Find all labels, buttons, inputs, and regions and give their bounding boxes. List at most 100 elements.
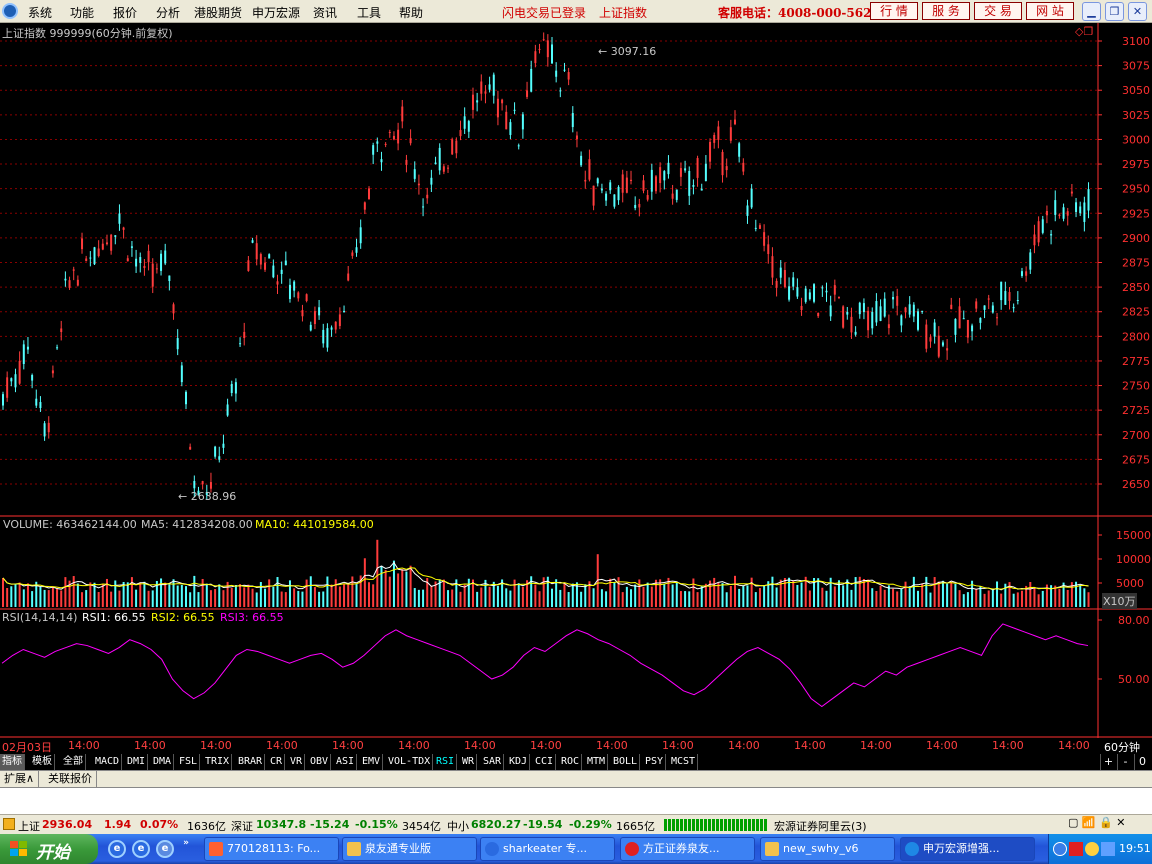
task-button-sharkeater[interactable]: sharkeater 专... bbox=[480, 837, 615, 861]
tab-all[interactable]: 全部 bbox=[61, 754, 86, 770]
menu-item-swhy[interactable]: 申万宏源 bbox=[252, 4, 300, 21]
period-selector[interactable]: 60分钟 bbox=[1104, 739, 1140, 755]
task-button-fo[interactable]: 770128113: Fo... bbox=[204, 837, 339, 861]
tab-macd[interactable]: MACD bbox=[93, 754, 123, 770]
service-button[interactable]: 服 务 bbox=[922, 2, 970, 20]
menu-item-tools[interactable]: 工具 bbox=[357, 4, 381, 21]
start-button[interactable]: 开始 bbox=[0, 834, 98, 864]
tab-cr[interactable]: CR bbox=[268, 754, 286, 770]
tab-trix[interactable]: TRIX bbox=[203, 754, 233, 770]
tab-dma[interactable]: DMA bbox=[151, 754, 175, 770]
volume-bar bbox=[991, 589, 994, 607]
tray-expand-icon[interactable] bbox=[1053, 842, 1067, 856]
kline-chart-svg[interactable]: 3100 3075 3050 3025 3000 2975 2950 2925 2900 2875… bbox=[0, 23, 1152, 739]
candle-body bbox=[750, 188, 753, 208]
volume-bar bbox=[451, 589, 454, 607]
tray-app-icon[interactable] bbox=[1085, 842, 1099, 856]
tab-kdj[interactable]: KDJ bbox=[507, 754, 531, 770]
tab-boll[interactable]: BOLL bbox=[611, 754, 641, 770]
rsi-tick-label: 80.00 bbox=[1118, 614, 1150, 627]
volume-bar bbox=[60, 590, 63, 607]
tab-rsi[interactable]: RSI bbox=[434, 754, 458, 770]
menu-item-help[interactable]: 帮助 bbox=[399, 4, 423, 21]
task-button-swhy[interactable]: new_swhy_v6 bbox=[760, 837, 895, 861]
reset-button[interactable]: 0 bbox=[1134, 754, 1150, 770]
trade-button[interactable]: 交 易 bbox=[974, 2, 1022, 20]
candle-body bbox=[10, 378, 13, 382]
quote-button[interactable]: 行 情 bbox=[870, 2, 918, 20]
tab-emv[interactable]: EMV bbox=[360, 754, 384, 770]
tab-roc[interactable]: ROC bbox=[559, 754, 583, 770]
menu-item-analysis[interactable]: 分析 bbox=[156, 4, 180, 21]
zoom-out-button[interactable]: - bbox=[1117, 754, 1133, 770]
candle-body bbox=[975, 301, 978, 309]
ie3-icon[interactable]: e bbox=[156, 840, 174, 858]
tab-related-quotes[interactable]: 关联报价 bbox=[44, 771, 97, 787]
minimize-icon[interactable]: ▁ bbox=[1082, 2, 1101, 21]
candle-body bbox=[359, 227, 362, 244]
task-button-swhy-enhanced[interactable]: 申万宏源增强... bbox=[900, 837, 1035, 861]
volume-icon[interactable] bbox=[1101, 842, 1115, 856]
tab-expand[interactable]: 扩展∧ bbox=[0, 771, 40, 787]
restore-icon[interactable]: ❐ bbox=[1105, 2, 1124, 21]
tray-icons[interactable]: ▢ 📶 🔒 ✕ bbox=[1068, 816, 1126, 829]
zoom-in-button[interactable]: + bbox=[1100, 754, 1116, 770]
menu-item-quote[interactable]: 报价 bbox=[113, 4, 137, 21]
candle-body bbox=[530, 68, 533, 92]
task-button-fangzheng[interactable]: 方正证券泉友... bbox=[620, 837, 755, 861]
website-button[interactable]: 网 站 bbox=[1026, 2, 1074, 20]
menu-item-function[interactable]: 功能 bbox=[70, 4, 94, 21]
close-icon[interactable]: ✕ bbox=[1128, 2, 1147, 21]
volume-bar bbox=[679, 591, 682, 607]
volume-bar bbox=[214, 589, 217, 607]
task-button-qyt[interactable]: 泉友通专业版 bbox=[342, 837, 477, 861]
tab-cci[interactable]: CCI bbox=[533, 754, 557, 770]
tray-flag-icon[interactable] bbox=[1069, 842, 1083, 856]
candle-body bbox=[1004, 290, 1007, 305]
tab-asi[interactable]: ASI bbox=[334, 754, 358, 770]
tab-psy[interactable]: PSY bbox=[643, 754, 667, 770]
candle-body bbox=[388, 131, 391, 133]
ie-icon[interactable]: e bbox=[108, 840, 126, 858]
tab-brar[interactable]: BRAR bbox=[236, 754, 266, 770]
volume-bar bbox=[56, 588, 59, 607]
volume-bar bbox=[946, 583, 949, 607]
volume-bar bbox=[293, 588, 296, 607]
price-tick-label: 2650 bbox=[1122, 478, 1150, 491]
candle-body bbox=[226, 404, 229, 416]
tab-vr[interactable]: VR bbox=[288, 754, 306, 770]
tab-vol-tdx[interactable]: VOL-TDX bbox=[386, 754, 434, 770]
candle-body bbox=[384, 143, 387, 145]
menu-item-hk-futures[interactable]: 港股期货 bbox=[194, 4, 242, 21]
tab-mtm[interactable]: MTM bbox=[585, 754, 609, 770]
candle-body bbox=[172, 304, 175, 314]
tab-wr[interactable]: WR bbox=[460, 754, 478, 770]
volume-bar bbox=[392, 560, 395, 607]
menu-item-system[interactable]: 系统 bbox=[28, 4, 52, 21]
volume-bar bbox=[700, 586, 703, 607]
tab-mcst[interactable]: MCST bbox=[669, 754, 699, 770]
candle-body bbox=[908, 304, 911, 315]
chevron-icon[interactable]: » bbox=[181, 836, 191, 848]
candle-body bbox=[126, 258, 129, 262]
candle-body bbox=[26, 346, 29, 350]
task-label: 泉友通专业版 bbox=[365, 842, 431, 855]
login-notice: 闪电交易已登录 bbox=[502, 6, 587, 20]
rsi-tick-label: 50.00 bbox=[1118, 673, 1150, 686]
menu-item-news[interactable]: 资讯 bbox=[313, 4, 337, 21]
ie2-icon[interactable]: e bbox=[132, 840, 150, 858]
volume-bar bbox=[738, 588, 741, 607]
volume-bar bbox=[908, 586, 911, 607]
tab-fsl[interactable]: FSL bbox=[177, 754, 201, 770]
tab-sar[interactable]: SAR bbox=[481, 754, 505, 770]
tab-obv[interactable]: OBV bbox=[308, 754, 332, 770]
tab-indicator[interactable]: 指标 bbox=[0, 754, 25, 770]
time-label: 14:00 bbox=[992, 739, 1024, 752]
tab-template[interactable]: 模板 bbox=[30, 754, 55, 770]
volume-bar bbox=[584, 584, 587, 607]
chart-option-icon[interactable]: ◇❐ bbox=[1075, 25, 1093, 38]
candle-body bbox=[230, 383, 233, 393]
volume-bar bbox=[322, 591, 325, 607]
tab-dmi[interactable]: DMI bbox=[125, 754, 149, 770]
volume-bar bbox=[230, 587, 233, 607]
